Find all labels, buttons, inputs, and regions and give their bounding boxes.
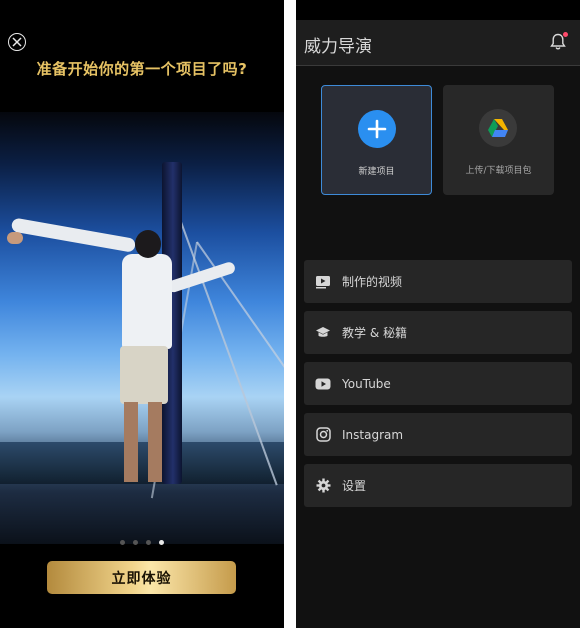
close-button[interactable]	[8, 33, 26, 51]
close-icon	[12, 37, 22, 47]
menu-label: YouTube	[342, 376, 391, 391]
menu-label: 教学 & 秘籍	[342, 326, 407, 340]
tile-label: 上传/下载项目包	[465, 166, 532, 176]
page-dot[interactable]	[146, 540, 151, 545]
graduation-cap-icon	[315, 325, 331, 341]
home-screen: 威力导演 新建项目 上传/下载项目包 制作的视频 教学 & 秘籍 YouTube…	[296, 0, 580, 628]
menu-item-produced-videos[interactable]: 制作的视频	[304, 260, 572, 303]
status-bar	[296, 0, 580, 20]
video-icon	[315, 274, 331, 290]
page-dot-active[interactable]	[159, 540, 164, 545]
page-dot[interactable]	[120, 540, 125, 545]
notification-dot	[563, 32, 568, 37]
upload-download-tile[interactable]: 上传/下载项目包	[443, 85, 554, 195]
page-indicator	[0, 540, 284, 545]
youtube-icon	[315, 376, 331, 392]
app-header: 威力导演	[296, 20, 580, 66]
onboarding-screen: 准备开始你的第一个项目了吗? 立即体验	[0, 0, 284, 628]
google-drive-icon	[479, 109, 517, 147]
menu-label: 设置	[342, 479, 367, 493]
menu-label: 制作的视频	[342, 275, 403, 289]
menu-label: Instagram	[342, 427, 404, 442]
menu-item-settings[interactable]: 设置	[304, 464, 572, 507]
menu-item-youtube[interactable]: YouTube	[304, 362, 572, 405]
instagram-icon	[315, 427, 331, 443]
plus-icon	[358, 110, 396, 148]
page-dot[interactable]	[133, 540, 138, 545]
menu-item-tutorials[interactable]: 教学 & 秘籍	[304, 311, 572, 354]
menu-item-instagram[interactable]: Instagram	[304, 413, 572, 456]
tile-label: 新建项目	[358, 167, 395, 177]
gear-icon	[315, 478, 331, 494]
app-title: 威力导演	[304, 37, 372, 57]
onboarding-photo	[0, 112, 284, 544]
new-project-tile[interactable]: 新建项目	[321, 85, 432, 195]
try-now-button[interactable]: 立即体验	[47, 561, 236, 594]
divider	[284, 0, 296, 628]
main-menu: 制作的视频 教学 & 秘籍 YouTube Instagram 设置	[304, 260, 572, 515]
onboarding-title: 准备开始你的第一个项目了吗?	[36, 60, 248, 78]
